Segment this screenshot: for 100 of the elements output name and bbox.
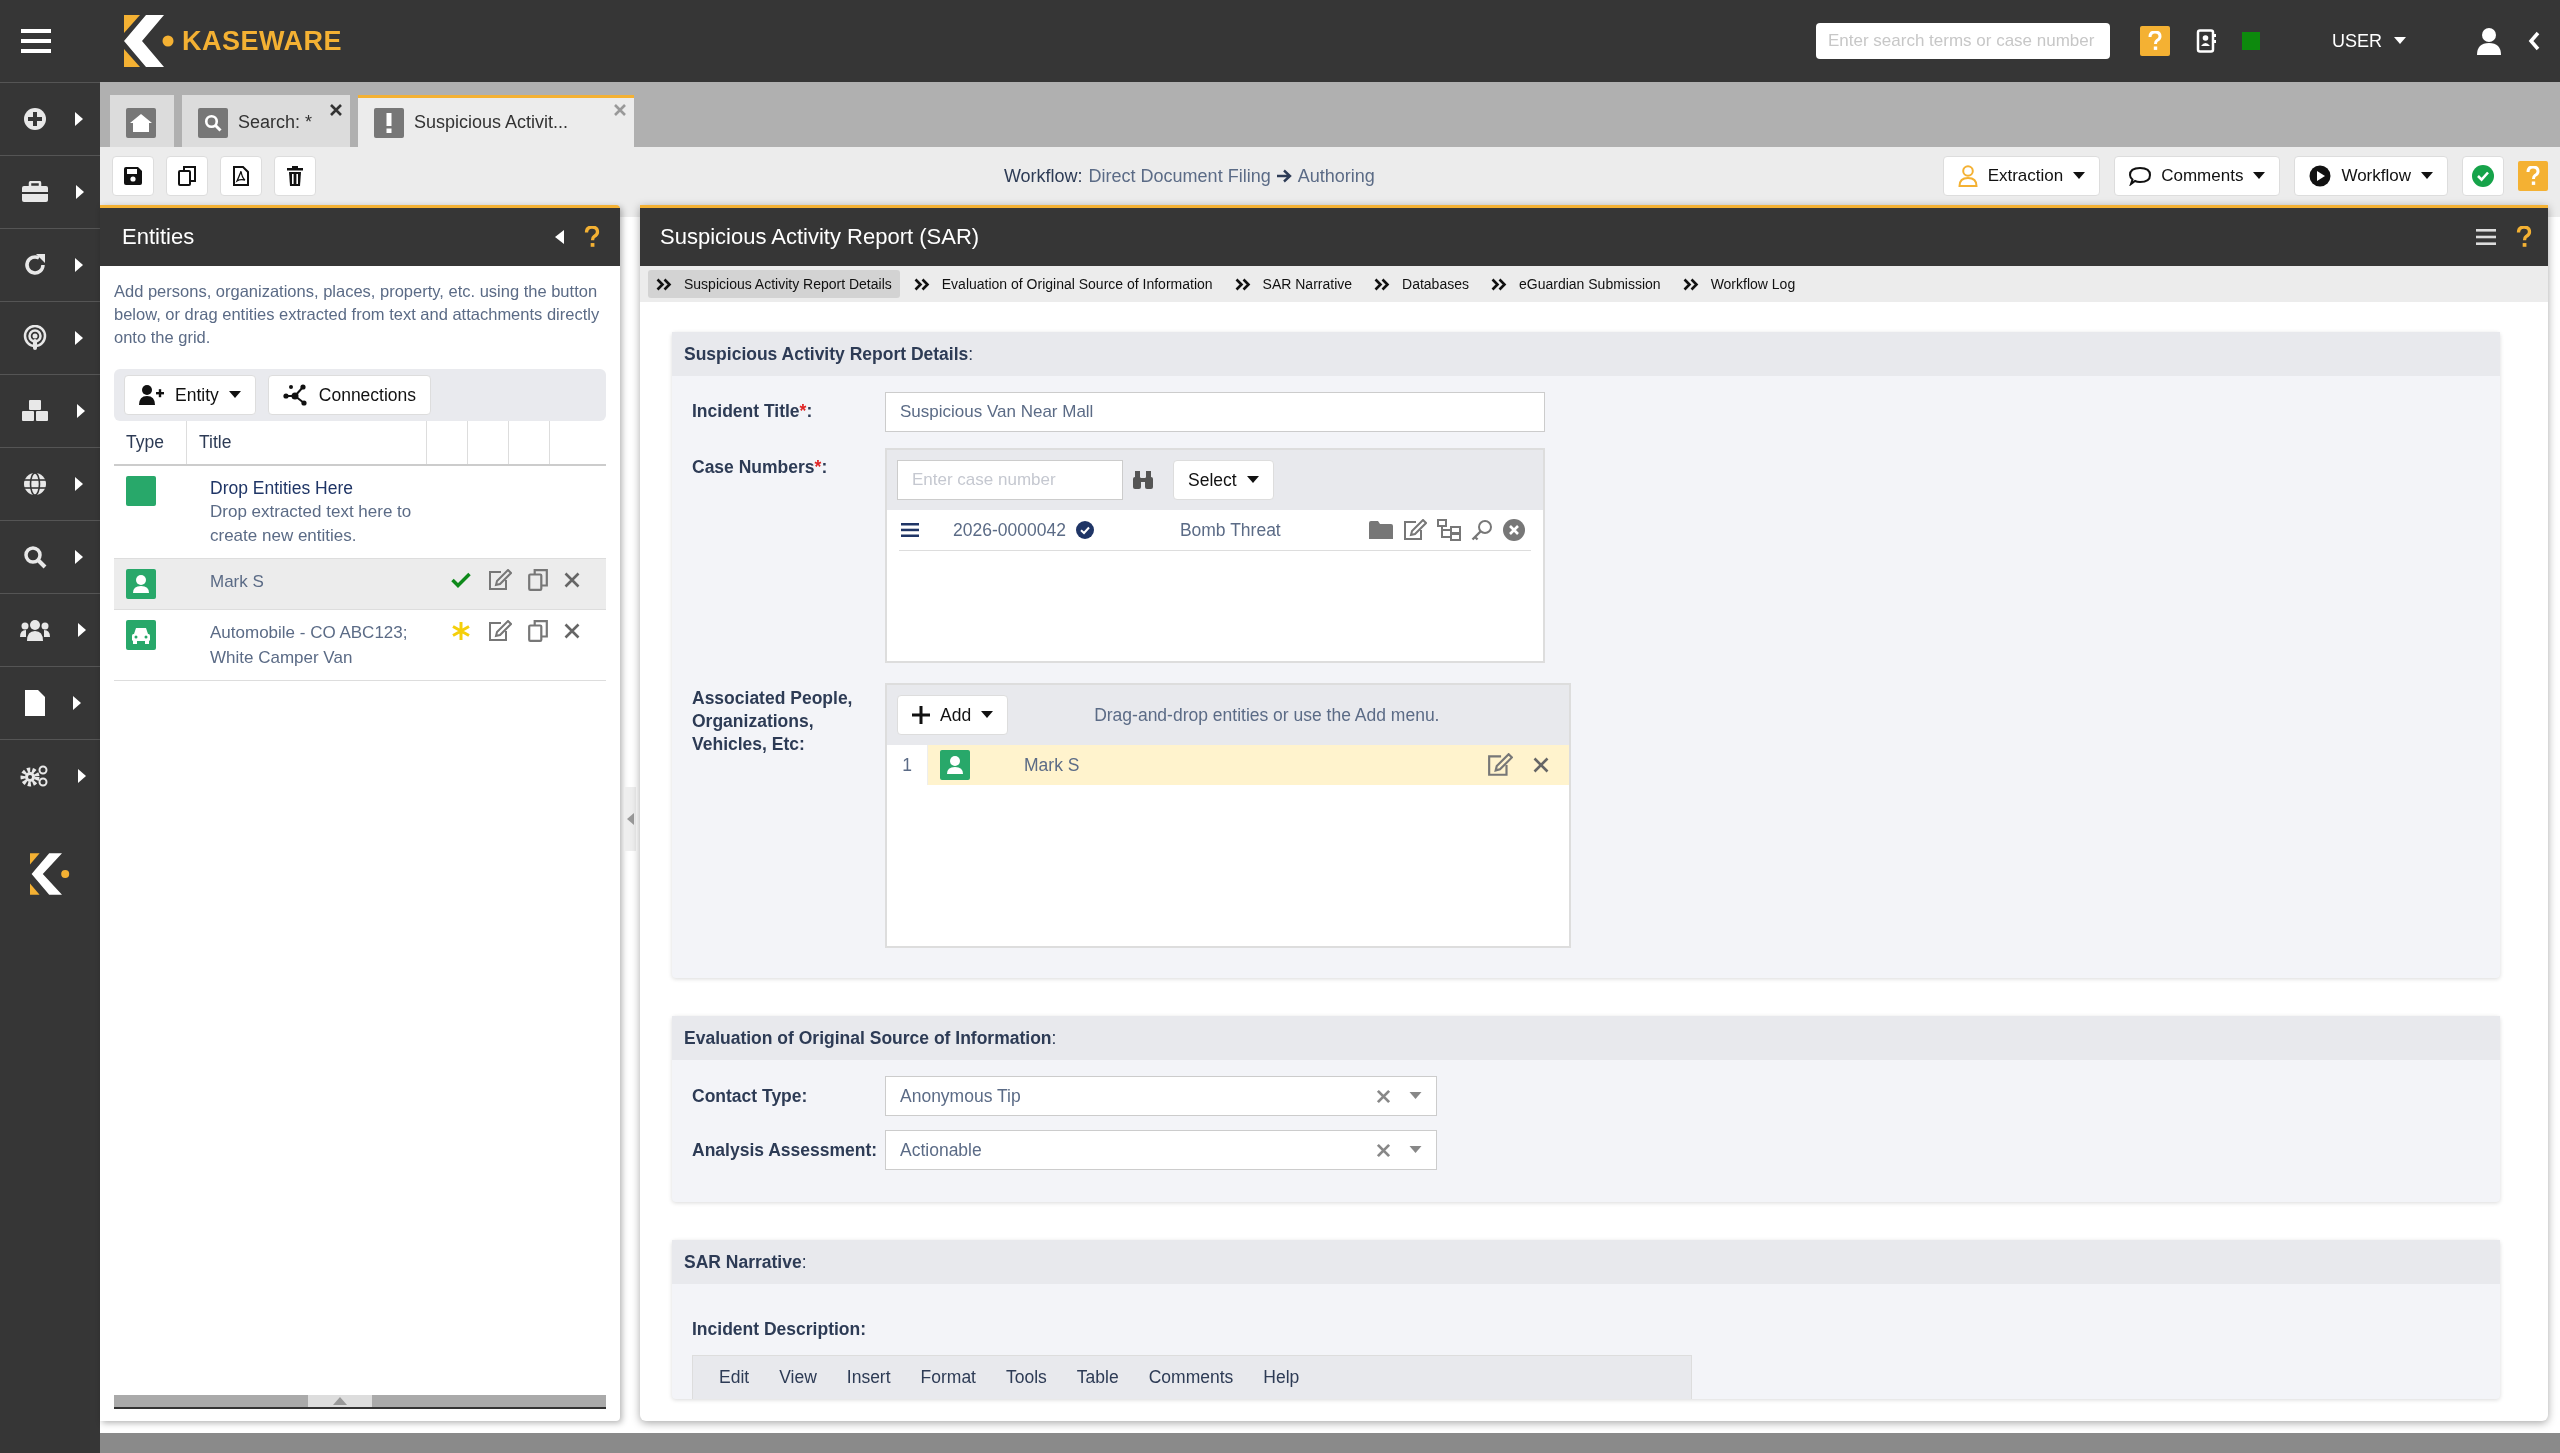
double-chevron-icon xyxy=(1682,277,1699,291)
pdf-button[interactable] xyxy=(220,156,262,196)
action-menu-button[interactable]: Workflow xyxy=(2294,156,2448,196)
tab[interactable]: Suspicious Activit... xyxy=(358,95,635,147)
step-link[interactable]: Databases xyxy=(1366,270,1477,298)
section-title: SAR Narrative: xyxy=(672,1240,2500,1284)
drop-zone-title: Drop Entities Here xyxy=(210,477,354,500)
caret-icon xyxy=(77,404,85,418)
entity-row[interactable]: Automobile - CO ABC123; White Camper Van xyxy=(114,610,606,681)
caret-icon xyxy=(228,391,241,399)
instructions-text: Add persons, organizations, places, property, etc. using the button below, or drag entities extracted from text and attachments directly onto the grid. xyxy=(114,281,601,348)
copy-icon[interactable] xyxy=(528,569,548,591)
copy-button[interactable] xyxy=(166,156,208,196)
select-field[interactable]: Actionable xyxy=(885,1130,1437,1170)
add-button[interactable]: Add xyxy=(897,695,1009,735)
workflow-stage: Authoring xyxy=(1297,165,1375,187)
case-number-link[interactable]: 2026-0000042 xyxy=(953,519,1066,541)
clear-icon[interactable] xyxy=(1376,1088,1391,1104)
case-number-field[interactable]: Enter case number xyxy=(897,460,1123,500)
add-entity-button[interactable]: Entity xyxy=(124,375,256,415)
collapse-icon[interactable] xyxy=(2528,31,2540,51)
close-icon[interactable] xyxy=(1533,757,1549,773)
editor-menu-item[interactable]: Insert xyxy=(846,1367,891,1388)
file-icon xyxy=(25,690,45,716)
menu-icon xyxy=(21,28,51,54)
edit-icon[interactable] xyxy=(1487,753,1513,777)
save-button[interactable] xyxy=(112,156,154,196)
tree-icon[interactable] xyxy=(1437,519,1461,541)
approve-button[interactable] xyxy=(2462,156,2504,196)
user-menu[interactable]: USER xyxy=(2326,29,2412,53)
entity-row[interactable]: Mark S xyxy=(114,559,606,610)
clear-icon[interactable] xyxy=(1376,1142,1391,1158)
editor-menu-item[interactable]: View xyxy=(779,1367,817,1388)
folder-icon[interactable] xyxy=(1369,521,1393,539)
drop-target-icon xyxy=(126,476,156,506)
broadcast-icon xyxy=(23,325,47,351)
scroll-handle[interactable] xyxy=(308,1395,372,1407)
cubes-icon xyxy=(21,400,49,422)
edit-icon[interactable] xyxy=(1403,519,1427,541)
drag-handle-icon[interactable] xyxy=(901,523,919,537)
incident-title-field[interactable]: Suspicious Van Near Mall xyxy=(885,392,1545,432)
action-menu-button[interactable]: Extraction xyxy=(1942,156,2101,196)
key-icon[interactable] xyxy=(1471,519,1493,541)
editor-menu-item[interactable]: Edit xyxy=(719,1367,750,1388)
caret-icon xyxy=(75,331,83,345)
step-link[interactable]: eGuardian Submission xyxy=(1483,270,1669,298)
edit-icon[interactable] xyxy=(488,620,512,642)
arrow-right-icon xyxy=(1276,169,1292,183)
column-header: Title xyxy=(187,421,427,464)
horizontal-scrollbar[interactable] xyxy=(114,1395,606,1409)
checkmark-icon xyxy=(451,572,471,588)
editor-menu-item[interactable]: Format xyxy=(920,1367,976,1388)
step-link[interactable]: Evaluation of Original Source of Information xyxy=(905,270,1221,298)
user-icon[interactable] xyxy=(2476,27,2502,55)
editor-menu-item[interactable]: Table xyxy=(1076,1367,1119,1388)
editor-menu-item[interactable]: Comments xyxy=(1148,1367,1234,1388)
close-icon[interactable] xyxy=(330,104,343,116)
menu-icon[interactable] xyxy=(2476,229,2496,245)
plus-icon xyxy=(23,107,47,131)
collapse-left-icon[interactable] xyxy=(555,230,564,244)
delete-button[interactable] xyxy=(274,156,316,196)
step-link[interactable]: Suspicious Activity Report Details xyxy=(648,270,900,298)
caret-icon xyxy=(981,711,994,719)
search-field[interactable]: Enter search terms or case number xyxy=(1816,23,2110,59)
select-field[interactable]: Anonymous Tip xyxy=(885,1076,1437,1116)
caret-icon xyxy=(75,258,83,272)
field-label: Analysis Assessment: xyxy=(692,1138,879,1162)
edit-icon[interactable] xyxy=(488,569,512,591)
double-chevron-icon xyxy=(1374,277,1391,291)
trash-icon xyxy=(287,166,303,186)
caret-icon xyxy=(75,112,83,126)
help-icon[interactable] xyxy=(584,226,600,248)
copy-icon[interactable] xyxy=(528,620,548,642)
select-dropdown[interactable]: Select xyxy=(1173,460,1274,500)
caret-icon xyxy=(78,769,86,783)
exclamation-icon xyxy=(386,112,393,133)
close-icon[interactable] xyxy=(564,623,580,639)
splitter-handle[interactable] xyxy=(624,787,636,851)
caret-icon xyxy=(75,550,83,564)
contact-book-icon[interactable] xyxy=(2196,29,2216,53)
editor-menu-item[interactable]: Help xyxy=(1263,1367,1300,1388)
close-icon[interactable] xyxy=(564,572,580,588)
step-link[interactable]: SAR Narrative xyxy=(1226,270,1361,298)
field-label: Incident Title*: xyxy=(692,400,814,423)
action-menu-button[interactable]: Comments xyxy=(2114,156,2281,196)
field-label: Associated People, Organizations, Vehicles, Etc: xyxy=(692,687,854,756)
help-icon[interactable] xyxy=(2516,226,2532,248)
remove-icon[interactable] xyxy=(1503,519,1525,541)
caret-icon xyxy=(2421,172,2433,180)
logo-icon xyxy=(124,15,174,67)
field-label: Contact Type: xyxy=(692,1084,809,1108)
question-icon xyxy=(2148,31,2162,51)
pdf-file-icon xyxy=(233,166,249,186)
step-link[interactable]: Workflow Log xyxy=(1674,270,1804,298)
tab[interactable]: Search: * xyxy=(182,95,351,147)
home-tab[interactable] xyxy=(110,95,174,147)
workflow-label: Workflow: xyxy=(1003,165,1083,187)
plus-icon xyxy=(912,706,930,724)
editor-menu-item[interactable]: Tools xyxy=(1006,1367,1047,1388)
connections-button[interactable]: Connections xyxy=(267,375,432,415)
